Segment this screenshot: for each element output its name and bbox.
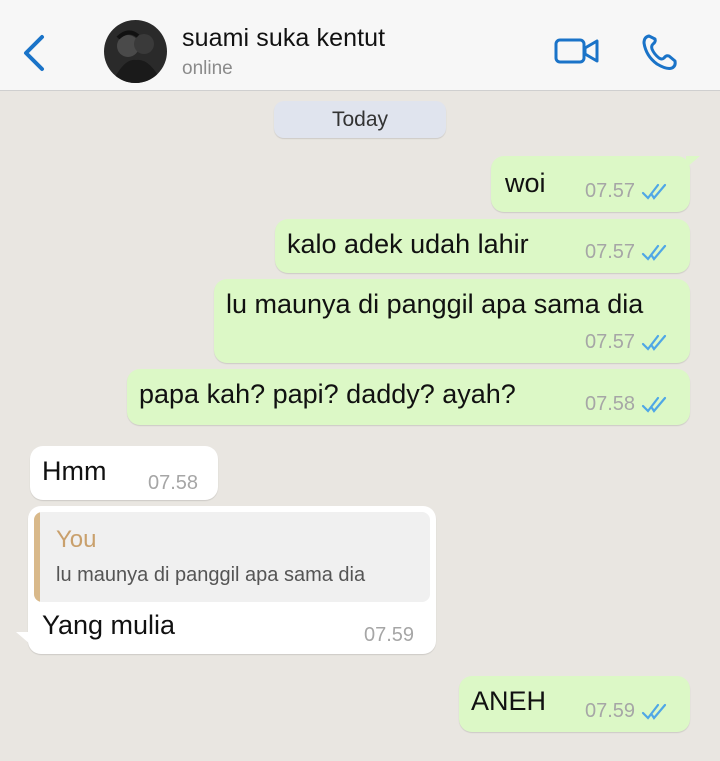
message-outgoing[interactable]: woi 07.57 xyxy=(491,156,700,212)
message-time: 07.59 xyxy=(364,624,415,646)
message-meta: 07.57 xyxy=(585,331,669,354)
message-text: woi xyxy=(505,168,546,198)
contact-name[interactable]: suami suka kentut xyxy=(182,24,385,53)
message-time: 07.57 xyxy=(585,331,636,353)
avatar[interactable] xyxy=(104,20,167,83)
chevron-left-icon[interactable] xyxy=(20,33,48,73)
message-meta: 07.57 xyxy=(585,180,669,203)
message-text: kalo adek udah lahir xyxy=(287,229,529,259)
message-time: 07.58 xyxy=(585,393,636,415)
double-check-icon xyxy=(641,244,667,261)
message-outgoing[interactable]: papa kah? papi? daddy? ayah? 07.58 xyxy=(127,369,690,425)
message-time: 07.57 xyxy=(585,241,636,263)
message-time: 07.58 xyxy=(148,472,199,494)
message-meta: 07.58 xyxy=(585,393,669,416)
contact-status: online xyxy=(182,58,233,79)
quote-accent-bar xyxy=(34,512,40,602)
message-time: 07.57 xyxy=(585,180,636,202)
double-check-icon xyxy=(641,396,667,413)
double-check-icon xyxy=(641,334,667,351)
double-check-icon xyxy=(641,183,667,200)
chat-header: suami suka kentut online xyxy=(0,0,720,91)
quote-author: You xyxy=(56,526,97,553)
message-text: Yang mulia xyxy=(42,610,176,640)
phone-icon[interactable] xyxy=(640,32,680,72)
message-time: 07.59 xyxy=(585,700,636,722)
video-call-icon[interactable] xyxy=(554,34,600,68)
message-incoming[interactable]: Hmm 07.58 xyxy=(30,446,218,500)
date-chip: Today xyxy=(274,101,446,138)
quoted-message[interactable]: You lu maunya di panggil apa sama dia xyxy=(34,512,430,602)
message-meta: 07.57 xyxy=(585,241,669,264)
message-outgoing[interactable]: lu maunya di panggil apa sama dia 07.57 xyxy=(214,279,690,363)
message-outgoing[interactable]: ANEH 07.59 xyxy=(459,676,690,732)
message-text: ANEH xyxy=(471,686,547,716)
message-outgoing[interactable]: kalo adek udah lahir 07.57 xyxy=(275,219,690,273)
quote-text: lu maunya di panggil apa sama dia xyxy=(56,564,366,586)
message-text: papa kah? papi? daddy? ayah? xyxy=(139,379,516,409)
message-meta: 07.59 xyxy=(585,700,669,723)
double-check-icon xyxy=(641,703,667,720)
message-text: Hmm xyxy=(42,456,107,486)
message-text: lu maunya di panggil apa sama dia xyxy=(226,289,644,319)
